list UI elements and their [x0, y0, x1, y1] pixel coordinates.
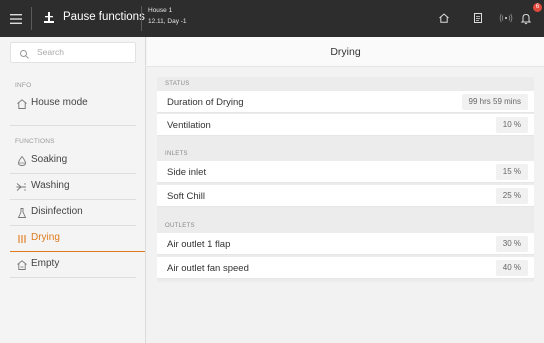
app-title[interactable]: Pause functions — [63, 11, 145, 23]
section-header-inlets: INLETS — [165, 151, 188, 157]
section-header-functions: FUNCTIONS — [15, 138, 55, 145]
pause-functions-icon — [41, 10, 57, 26]
flask-icon — [15, 206, 28, 219]
section-header-status: STATUS — [165, 81, 190, 87]
sidebar-item-label: Drying — [31, 232, 60, 243]
main-content: STATUS Duration of Drying 99 hrs 59 mins… — [147, 67, 544, 343]
row-air-outlet-fan-speed[interactable]: Air outlet fan speed 40 % — [157, 257, 534, 279]
divider — [141, 6, 142, 31]
home-icon[interactable] — [436, 10, 452, 26]
search-icon — [19, 47, 30, 59]
droplet-icon — [15, 154, 28, 167]
sidebar-item-label: House mode — [31, 97, 88, 108]
row-label: Ventilation — [167, 120, 211, 131]
section-header-outlets: OUTLETS — [165, 223, 195, 229]
menu-icon[interactable] — [6, 9, 26, 28]
row-value[interactable]: 10 % — [495, 117, 528, 133]
top-bar: Pause functions House 1 12.11, Day -1 6 — [0, 0, 544, 37]
house-icon — [15, 97, 28, 110]
notification-badge[interactable]: 6 — [533, 3, 542, 12]
row-duration-of-drying[interactable]: Duration of Drying 99 hrs 59 mins — [157, 91, 534, 113]
sidebar-item-label: Disinfection — [31, 206, 83, 217]
row-label: Air outlet 1 flap — [167, 239, 231, 250]
empty-house-icon — [15, 258, 28, 271]
row-air-outlet-1-flap[interactable]: Air outlet 1 flap 30 % — [157, 233, 534, 255]
sidebar-item-empty[interactable]: Empty — [0, 252, 145, 277]
row-value[interactable]: 15 % — [495, 164, 528, 180]
spray-icon — [15, 180, 28, 193]
row-ventilation[interactable]: Ventilation 10 % — [157, 114, 534, 136]
sidebar-item-label: Soaking — [31, 154, 68, 165]
document-icon[interactable] — [470, 10, 486, 26]
house-name[interactable]: House 1 — [148, 7, 172, 14]
row-label: Side inlet — [167, 167, 207, 178]
row-label: Soft Chill — [167, 191, 206, 202]
divider — [10, 125, 136, 126]
sidebar-item-washing[interactable]: Washing — [0, 174, 145, 199]
row-soft-chill[interactable]: Soft Chill 25 % — [157, 185, 534, 207]
house-date: 12.11, Day -1 — [148, 18, 187, 25]
row-value[interactable]: 30 % — [495, 236, 528, 252]
search-placeholder: Search — [37, 47, 64, 57]
sidebar-item-disinfection[interactable]: Disinfection — [0, 200, 145, 225]
row-label: Air outlet fan speed — [167, 263, 249, 274]
sidebar-item-drying[interactable]: Drying — [0, 226, 145, 251]
page-title: Drying — [330, 46, 361, 58]
search-input[interactable]: Search — [10, 42, 136, 63]
row-side-inlet[interactable]: Side inlet 15 % — [157, 161, 534, 183]
divider — [10, 277, 136, 278]
heat-icon — [15, 232, 28, 245]
sidebar-item-label: Empty — [31, 258, 60, 269]
bell-icon[interactable] — [518, 10, 534, 26]
settings-panel: STATUS Duration of Drying 99 hrs 59 mins… — [157, 77, 534, 282]
sidebar-item-house-mode[interactable]: House mode — [0, 91, 145, 116]
main-header: Drying — [147, 37, 544, 67]
row-value[interactable]: 99 hrs 59 mins — [461, 94, 528, 110]
sidebar-item-soaking[interactable]: Soaking — [0, 148, 145, 173]
row-value[interactable]: 25 % — [495, 188, 528, 204]
section-header-info: INFO — [15, 82, 32, 89]
row-label: Duration of Drying — [167, 97, 244, 108]
signal-icon[interactable] — [498, 10, 514, 26]
row-value[interactable]: 40 % — [495, 260, 528, 276]
sidebar: Search INFO House mode FUNCTIONS Soaking… — [0, 37, 146, 343]
sidebar-item-label: Washing — [31, 180, 70, 191]
divider — [31, 7, 32, 30]
